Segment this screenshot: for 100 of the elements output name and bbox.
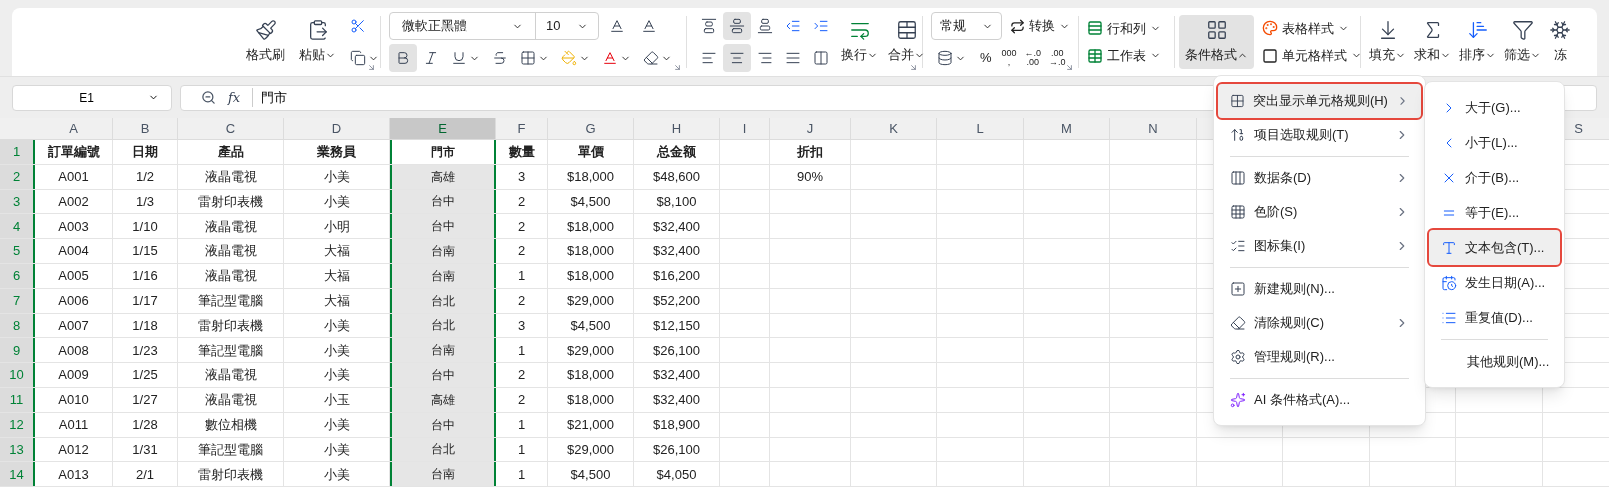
table-cell: 液晶電視 [178,214,284,239]
menu-item[interactable]: 图标集(I) [1218,229,1421,263]
format-painter-button[interactable]: 格式刷 [240,19,291,65]
row-header[interactable]: 12 [0,412,35,437]
menu-item[interactable]: 项目选取规则(T) [1218,118,1421,152]
row-header[interactable]: 10 [0,363,35,387]
row-header[interactable]: 9 [0,338,35,363]
column-header[interactable]: M [1024,118,1110,139]
align-middle-button[interactable] [723,12,751,40]
menu-item[interactable]: 小于(L)... [1429,125,1560,160]
table-cell: 1 [496,412,548,437]
menu-item[interactable]: AI 条件格式(A)... [1218,383,1421,417]
menu-item[interactable]: 介于(B)... [1429,160,1560,195]
name-box[interactable]: E1 [12,84,172,111]
table-cell: 高雄 [390,387,496,412]
rows-columns-button[interactable]: 行和列 [1087,18,1166,38]
row-header[interactable]: 6 [0,264,35,288]
table-cell: 台中 [390,214,496,239]
column-header[interactable]: L [937,118,1024,139]
column-header[interactable]: H [634,118,720,139]
table-style-button[interactable]: 表格样式 [1262,18,1362,38]
row-header[interactable]: 1 [0,140,35,164]
ribbon-tool-button[interactable]: 排序 [1455,19,1500,65]
column-header[interactable]: F [496,118,548,139]
thousands-button[interactable]: 000 , [999,49,1019,67]
ribbon-tool-button[interactable]: 求和 [1410,19,1455,65]
menu-item[interactable]: 清除规则(C) [1218,306,1421,340]
cell-style-button[interactable]: 单元格样式 [1262,46,1362,66]
menu-item[interactable]: 等于(E)... [1429,195,1560,230]
column-header[interactable]: C [178,118,284,139]
table-cell: A010 [35,387,113,412]
menu-item[interactable]: 管理规则(R)... [1218,340,1421,374]
column-header[interactable]: K [851,118,937,139]
align-center-button[interactable] [723,44,751,72]
column-header[interactable]: I [720,118,770,139]
menu-item[interactable]: 发生日期(A)... [1429,265,1560,300]
row-header[interactable]: 8 [0,313,35,338]
ribbon-tool-button[interactable]: 冻 [1545,19,1575,65]
dialog-launcher-icon[interactable] [673,63,682,72]
column-title-cell: 業務員 [284,140,390,164]
gear-icon [1230,349,1246,365]
menu-item[interactable]: 文本包含(T)... [1429,230,1560,265]
dialog-launcher-icon[interactable] [909,63,918,72]
number-format-select[interactable]: 常规 [931,12,1002,40]
table-cell: 筆記型電腦 [178,437,284,462]
ribbon-tool-button[interactable]: 筛选 [1500,19,1545,65]
menu-item[interactable]: 色阶(S) [1218,195,1421,229]
table-cell: 1 [496,437,548,462]
align-middle-icon [729,18,745,34]
cut-icon [350,18,366,34]
row-header[interactable]: 13 [0,437,35,462]
column-header[interactable]: B [113,118,178,139]
table-cell: 1/2 [113,164,178,189]
bold-icon [395,50,411,66]
column-header[interactable]: E [390,118,496,139]
sparkles-icon [1230,392,1246,408]
zoom-out-icon [201,90,216,105]
table-cell: 1/25 [113,363,178,387]
column-header[interactable]: G [548,118,634,139]
column-header[interactable]: N [1110,118,1197,139]
table-cell: 2 [496,239,548,263]
row-header[interactable]: 7 [0,288,35,313]
conditional-format-button[interactable]: 条件格式 [1179,15,1254,69]
table-cell: 2 [496,214,548,239]
table-cell: $16,200 [634,264,720,288]
ribbon-tool-button[interactable]: 填充 [1365,19,1410,65]
menu-item[interactable]: 突出显示单元格规则(H) [1218,84,1421,118]
table-cell: 3 [496,313,548,338]
percent-button[interactable]: % [976,48,996,68]
column-title-cell: 數量 [496,140,548,164]
merge-button[interactable]: 合并 [884,19,929,65]
menu-item[interactable]: 数据条(D) [1218,161,1421,195]
row-header[interactable]: 5 [0,239,35,263]
decrease-decimal-button[interactable]: ←.0 .00 [1022,49,1044,67]
row-header[interactable]: 3 [0,189,35,214]
table-cell: $4,500 [548,189,634,214]
row-header[interactable]: 11 [0,387,35,412]
table-cell: $29,000 [548,437,634,462]
paste-button[interactable]: 粘贴 [293,19,342,65]
table-cell: A004 [35,239,113,263]
convert-button[interactable]: 转换 [1010,16,1070,36]
worksheet-button[interactable]: 工作表 [1087,46,1166,66]
dialog-launcher-icon[interactable] [367,63,376,72]
table-cell: 1/18 [113,313,178,338]
menu-item[interactable]: 其他规则(M)... [1429,344,1560,379]
dialog-launcher-icon[interactable] [1065,63,1074,72]
wrap-text-button[interactable]: 换行 [837,19,882,65]
bold-button[interactable] [389,44,417,72]
table-cell: 雷射印表機 [178,189,284,214]
menu-item[interactable]: 重复值(D)... [1429,300,1560,335]
column-header[interactable]: A [35,118,113,139]
table-cell: 1/10 [113,214,178,239]
column-header[interactable]: J [770,118,851,139]
row-header[interactable]: 14 [0,462,35,487]
menu-item[interactable]: 新建规则(N)... [1218,272,1421,306]
increase-decimal-button[interactable]: .00 →.0 [1047,49,1068,67]
borders-icon [520,50,536,66]
text-icon [1441,239,1457,256]
row-header[interactable]: 2 [0,164,35,189]
row-header[interactable]: 4 [0,214,35,239]
